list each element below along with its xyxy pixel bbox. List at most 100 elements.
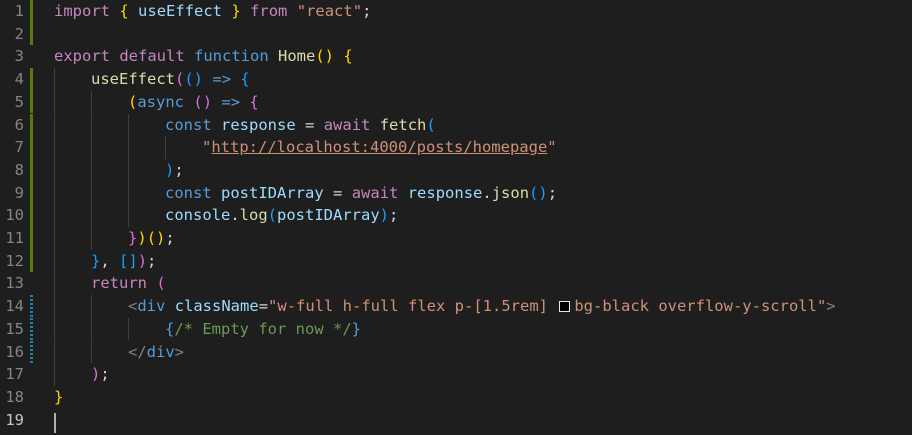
- code-line-11[interactable]: 11 })();: [0, 227, 912, 250]
- line-number: 1: [14, 2, 24, 20]
- code-line-2[interactable]: 2: [0, 22, 912, 46]
- keyword: return: [91, 274, 147, 293]
- gutter-modified-marker[interactable]: [30, 295, 33, 318]
- gutter-added-marker[interactable]: [30, 181, 33, 205]
- punctuation: ;: [389, 206, 399, 225]
- bracket: (: [156, 274, 166, 293]
- bracket: {: [240, 70, 250, 89]
- code-line-5[interactable]: 5 (async () => {: [0, 90, 912, 114]
- indent-guide: [54, 249, 55, 273]
- indent-guide: [128, 113, 129, 137]
- gutter-added-marker[interactable]: [30, 227, 33, 250]
- code-line-7[interactable]: 7 "http://localhost:4000/posts/homepage": [0, 136, 912, 159]
- bracket: ): [137, 229, 147, 247]
- code-line-15[interactable]: 15 {/* Empty for now */}: [0, 317, 912, 341]
- code-line-17[interactable]: 17 );: [0, 363, 912, 386]
- code-line-10[interactable]: 10 console.log(postIDArray);: [0, 204, 912, 227]
- identifier: postIDArray: [221, 183, 324, 202]
- string: bg-black overflow-y-scroll": [574, 297, 827, 316]
- line-number: 16: [5, 342, 24, 361]
- indent-guide: [54, 68, 55, 91]
- keyword: await: [351, 183, 399, 202]
- keyword: async: [137, 92, 185, 111]
- url-link[interactable]: http://localhost:4000/posts/homepage: [211, 138, 547, 156]
- punctuation: .: [482, 183, 492, 202]
- bracket: ): [137, 251, 148, 270]
- gutter-added-marker[interactable]: [30, 204, 33, 227]
- function-call: json: [491, 183, 530, 202]
- identifier: postIDArray: [277, 206, 380, 225]
- indent-guide: [54, 363, 55, 386]
- keyword: await: [323, 115, 371, 134]
- indent-guide: [128, 181, 129, 205]
- code-line-12[interactable]: 12 }, []);: [0, 249, 912, 273]
- gutter-added-marker[interactable]: [30, 136, 33, 159]
- code-line-8[interactable]: 8 );: [0, 158, 912, 182]
- indent-guide: [128, 136, 129, 159]
- bracket: }: [91, 251, 101, 270]
- line-number: 5: [14, 92, 24, 111]
- bracket: []: [119, 251, 138, 270]
- identifier: useEffect: [138, 2, 223, 20]
- indent-guide: [128, 204, 129, 227]
- operator: =>: [212, 70, 232, 89]
- bracket: {: [119, 2, 129, 20]
- keyword: import: [54, 2, 110, 20]
- identifier: console: [165, 206, 231, 225]
- punctuation: ;: [174, 160, 184, 179]
- string-quote: ": [202, 138, 212, 157]
- gutter-modified-marker[interactable]: [30, 340, 33, 364]
- string: "react": [296, 2, 363, 20]
- operator: =>: [221, 92, 241, 111]
- tag-punctuation: >: [826, 297, 836, 316]
- punctuation: ;: [362, 2, 372, 20]
- gutter-added-marker[interactable]: [30, 22, 33, 46]
- keyword: default: [119, 47, 185, 66]
- gutter-added-marker[interactable]: [30, 68, 33, 91]
- code-editor[interactable]: 1 import { useEffect } from "react"; 2 3…: [0, 0, 912, 435]
- gutter-added-marker[interactable]: [30, 158, 33, 182]
- function-call: log: [239, 206, 268, 225]
- line-number: 3: [14, 47, 24, 66]
- punctuation: ;: [147, 251, 157, 270]
- bracket: {: [165, 319, 175, 338]
- code-line-9[interactable]: 9 const postIDArray = await response.jso…: [0, 181, 912, 205]
- code-line-14[interactable]: 14 <div className="w-full h-full flex p-…: [0, 295, 912, 318]
- punctuation: ,: [100, 251, 110, 270]
- punctuation: ;: [547, 183, 558, 202]
- code-line-4[interactable]: 4 useEffect(() => {: [0, 68, 912, 91]
- gutter-added-marker[interactable]: [30, 90, 33, 114]
- bracket: }: [231, 2, 241, 20]
- code-line-6[interactable]: 6 const response = await fetch(: [0, 113, 912, 137]
- function-call: fetch: [379, 115, 427, 134]
- indent-guide: [91, 295, 92, 318]
- bracket: (): [146, 229, 166, 247]
- keyword: export: [54, 47, 110, 66]
- code-line-1[interactable]: 1 import { useEffect } from "react";: [0, 0, 912, 23]
- bracket: (: [426, 115, 436, 134]
- code-line-18[interactable]: 18 }: [0, 386, 912, 409]
- line-number: 2: [14, 24, 24, 43]
- tag-punctuation: <: [128, 297, 138, 316]
- code-line-13[interactable]: 13 return (: [0, 272, 912, 296]
- gutter-added-marker[interactable]: [30, 113, 33, 137]
- code-line-16[interactable]: 16 </div>: [0, 340, 912, 364]
- indent-guide: [91, 227, 92, 250]
- comment: /* Empty for now */: [174, 319, 352, 338]
- tag-punctuation: </: [128, 342, 147, 361]
- bracket: ): [165, 160, 175, 179]
- color-swatch-icon[interactable]: [559, 301, 571, 313]
- gutter-added-marker[interactable]: [30, 249, 33, 273]
- indent-guide: [91, 136, 92, 159]
- punctuation: ;: [165, 229, 175, 247]
- line-number: 11: [5, 229, 24, 247]
- gutter-modified-marker[interactable]: [30, 317, 33, 341]
- line-number: 8: [14, 160, 24, 179]
- bracket: (): [193, 92, 213, 111]
- line-number: 13: [5, 274, 24, 293]
- code-line-19[interactable]: 19: [0, 409, 912, 432]
- identifier: response: [221, 115, 296, 134]
- code-line-3[interactable]: 3 export default function Home() {: [0, 45, 912, 68]
- indent-guide: [165, 136, 166, 159]
- gutter-added-marker[interactable]: [30, 0, 33, 23]
